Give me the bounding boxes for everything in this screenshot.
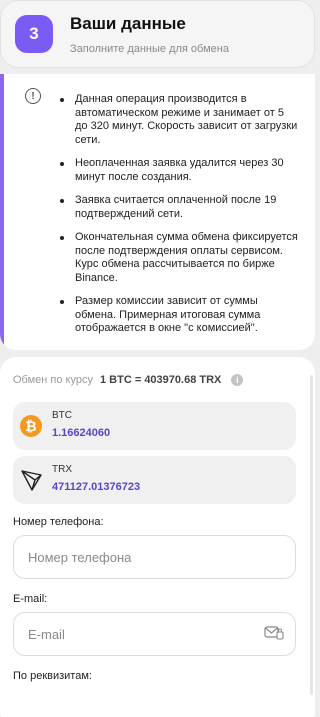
to-currency-name: TRX (52, 464, 72, 475)
bitcoin-icon: ₿ (20, 415, 42, 437)
info-note: Окончательная сумма обмена фиксируется п… (58, 231, 298, 285)
from-currency-amount: 1.16624060 (52, 427, 111, 439)
from-currency-name: BTC (52, 410, 72, 421)
info-notes-panel: ! Данная операция производится в автомат… (0, 74, 315, 350)
step-subtitle: Заполните данные для обмена (70, 43, 229, 55)
scrollbar[interactable] (310, 375, 313, 695)
to-currency-amount: 471127.01376723 (52, 481, 141, 493)
step-number-badge: 3 (15, 15, 53, 53)
email-input[interactable] (13, 612, 296, 656)
from-currency-box: ₿ BTC 1.16624060 (13, 402, 296, 450)
email-label: E-mail: (13, 593, 48, 605)
requisites-label: По реквизитам: (13, 670, 92, 682)
info-notes-list: Данная операция производится в автоматич… (58, 93, 298, 346)
exchange-rate-row: Обмен по курсу 1 BTC = 403970.68 TRX i (13, 374, 244, 386)
rate-info-icon[interactable]: i (231, 374, 244, 386)
tron-icon (21, 470, 42, 491)
exchange-form-card: Обмен по курсу 1 BTC = 403970.68 TRX i ₿… (0, 357, 315, 717)
phone-input[interactable] (13, 535, 296, 579)
info-note: Данная операция производится в автоматич… (58, 93, 298, 147)
info-note: Неоплаченная заявка удалится через 30 ми… (58, 157, 298, 184)
rate-label: Обмен по курсу (13, 374, 93, 386)
rate-value: 1 BTC = 403970.68 TRX (100, 374, 222, 386)
info-note: Заявка считается оплаченной после 19 под… (58, 194, 298, 221)
info-exclamation-icon: ! (25, 88, 41, 104)
step-header: 3 Ваши данные Заполните данные для обмен… (0, 0, 315, 68)
mail-autofill-icon[interactable] (264, 625, 284, 641)
phone-label: Номер телефона: (13, 516, 104, 528)
step-title: Ваши данные (70, 14, 186, 33)
info-note: Размер комиссии зависит от суммы обмена.… (58, 295, 298, 336)
to-currency-box: TRX 471127.01376723 (13, 456, 296, 504)
